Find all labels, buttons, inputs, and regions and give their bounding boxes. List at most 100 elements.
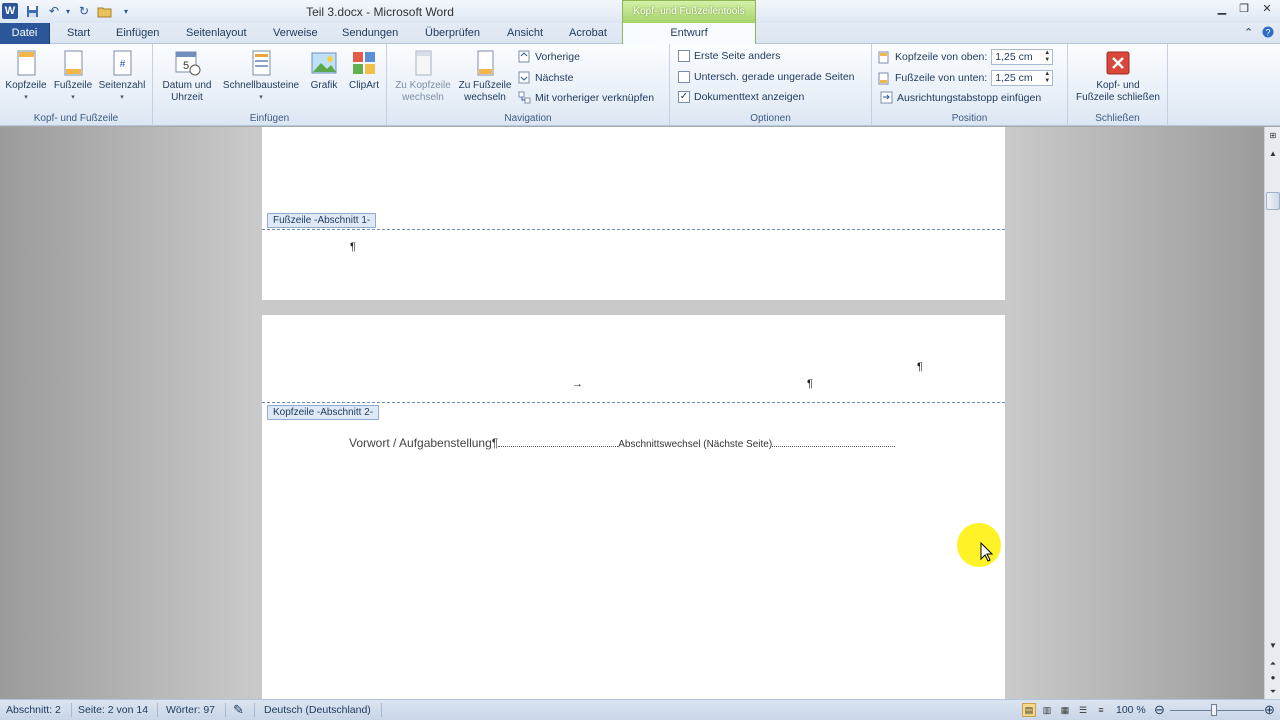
- svg-text:5: 5: [183, 60, 189, 72]
- tab-ueberpruefen[interactable]: Überprüfen: [425, 27, 480, 39]
- checkmark-icon[interactable]: ✓: [678, 91, 690, 103]
- status-abschnitt[interactable]: Abschnitt: 2: [6, 704, 61, 716]
- scroll-down-icon[interactable]: ▼: [1266, 639, 1280, 653]
- previous-page-icon[interactable]: ⏶: [1266, 657, 1280, 671]
- fusszeile-von-unten-input[interactable]: 1,25 cm ▲ ▼: [991, 70, 1054, 86]
- tab-ansicht[interactable]: Ansicht: [507, 27, 543, 39]
- group-kopf-fusszeile: Kopfzeile ▾ Fußzeile ▾ # Seitenzahl ▾ Ko…: [0, 44, 153, 126]
- web-layout-view-icon[interactable]: ▦: [1058, 703, 1072, 717]
- ribbon-entwurf: Kopfzeile ▾ Fußzeile ▾ # Seitenzahl ▾ Ko…: [0, 44, 1280, 126]
- link-previous-icon: [518, 91, 531, 104]
- tab-entwurf[interactable]: Entwurf: [622, 23, 756, 45]
- next-page-icon[interactable]: ⏷: [1266, 685, 1280, 699]
- zoom-slider-track[interactable]: [1170, 710, 1264, 711]
- tab-sendungen[interactable]: Sendungen: [342, 27, 398, 39]
- restore-icon[interactable]: ❐: [1236, 2, 1252, 16]
- status-separator: [225, 703, 226, 717]
- tab-start[interactable]: Start: [67, 27, 90, 39]
- group-label: Optionen: [750, 113, 791, 124]
- contextual-tab-group-label: Kopf- und Fußzeilentools: [622, 0, 756, 23]
- chevron-down-icon: ▾: [120, 94, 124, 101]
- fusszeile-button[interactable]: Fußzeile ▾: [51, 48, 95, 104]
- zu-fusszeile-wechseln-button[interactable]: Zu Fußzeile wechseln: [455, 48, 515, 104]
- tab-acrobat[interactable]: Acrobat: [569, 27, 607, 39]
- status-separator: [157, 703, 158, 717]
- close-window-icon[interactable]: ✕: [1259, 2, 1275, 16]
- zoom-slider-thumb[interactable]: [1211, 704, 1217, 716]
- seitenzahl-button[interactable]: # Seitenzahl ▾: [96, 48, 148, 104]
- tab-arrow-mark: →: [572, 378, 583, 390]
- outline-view-icon[interactable]: ☰: [1076, 703, 1090, 717]
- fusszeile-von-unten-row: Fußzeile von unten: 1,25 cm ▲ ▼: [878, 70, 1054, 86]
- title-bar: W ↶ ▾ ↻ ▾ Teil 3.docx - Microsoft Word K…: [0, 0, 1280, 23]
- dokumenttext-anzeigen-checkbox[interactable]: ✓ Dokumenttext anzeigen: [678, 91, 804, 103]
- footer-boundary-line: [262, 229, 1005, 230]
- checkbox-unchecked[interactable]: [678, 71, 690, 83]
- document-workspace[interactable]: Fußzeile -Abschnitt 1- ¶ Kopfzeile -Absc…: [0, 127, 1264, 699]
- scroll-thumb[interactable]: [1266, 192, 1280, 210]
- minimize-icon[interactable]: ▁: [1214, 2, 1230, 16]
- status-separator: [381, 703, 382, 717]
- body-text-line[interactable]: Vorwort / Aufgabenstellung¶ Abschnittswe…: [349, 436, 896, 450]
- scroll-up-icon[interactable]: ▲: [1266, 147, 1280, 161]
- zoom-level[interactable]: 100 %: [1116, 704, 1146, 716]
- footer-section-tag: Fußzeile -Abschnitt 1-: [267, 213, 377, 228]
- minimize-ribbon-icon[interactable]: ⌃: [1244, 26, 1253, 39]
- checkbox-unchecked[interactable]: [678, 50, 690, 62]
- group-label: Schließen: [1095, 113, 1140, 124]
- vorherige-button[interactable]: Vorherige: [518, 50, 580, 63]
- spin-arrows-icon[interactable]: ▲ ▼: [1044, 71, 1052, 85]
- zoom-out-icon[interactable]: ⊖: [1154, 702, 1165, 718]
- page-2[interactable]: Kopfzeile -Abschnitt 2- → ¶ ¶: [262, 315, 1005, 699]
- erste-seite-anders-checkbox[interactable]: Erste Seite anders: [678, 50, 780, 62]
- kopfzeile-button[interactable]: Kopfzeile ▾: [4, 48, 48, 104]
- page-1-bottom[interactable]: Fußzeile -Abschnitt 1- ¶: [262, 127, 1005, 300]
- help-icon[interactable]: ?: [1262, 26, 1274, 41]
- goto-footer-icon: [477, 50, 494, 76]
- group-navigation: Zu Kopfzeile wechseln Zu Fußzeile wechse…: [387, 44, 670, 126]
- group-label: Navigation: [504, 113, 552, 124]
- status-separator: [71, 703, 72, 717]
- mouse-cursor-icon: [980, 541, 994, 567]
- zu-kopfzeile-wechseln-button[interactable]: Zu Kopfzeile wechseln: [392, 48, 454, 104]
- pilcrow-mark: ¶: [350, 241, 356, 253]
- tab-verweise[interactable]: Verweise: [273, 27, 318, 39]
- status-sprache[interactable]: Deutsch (Deutschland): [264, 704, 371, 716]
- group-label: Position: [951, 113, 988, 124]
- chevron-down-icon: ▾: [71, 94, 75, 101]
- quick-parts-icon: [252, 50, 271, 76]
- zoom-in-icon[interactable]: ⊕: [1264, 702, 1275, 718]
- draft-view-icon[interactable]: ≡: [1094, 703, 1108, 717]
- calendar-clock-icon: 5: [175, 51, 201, 76]
- group-label: Kopf- und Fußzeile: [33, 113, 119, 124]
- kopfzeile-von-oben-input[interactable]: 1,25 cm ▲ ▼: [991, 49, 1054, 65]
- ruler-toggle-icon[interactable]: ⊞: [1266, 129, 1280, 143]
- mit-vorheriger-verknuepfen-button[interactable]: Mit vorheriger verknüpfen: [518, 91, 654, 104]
- status-woerter[interactable]: Wörter: 97: [166, 704, 215, 716]
- tab-datei[interactable]: Datei: [0, 23, 50, 44]
- page-number-icon: #: [113, 50, 132, 76]
- gerade-ungerade-checkbox[interactable]: Untersch. gerade ungerade Seiten: [678, 71, 855, 83]
- status-bar: Abschnitt: 2 Seite: 2 von 14 Wörter: 97 …: [0, 699, 1280, 720]
- ausrichtungstabstopp-button[interactable]: Ausrichtungstabstopp einfügen: [880, 91, 1041, 104]
- fullscreen-reading-view-icon[interactable]: ▥: [1040, 703, 1054, 717]
- align-tab-icon: [880, 91, 893, 104]
- clipart-icon: [353, 52, 375, 74]
- proofing-icon[interactable]: ✎: [233, 702, 244, 718]
- grafik-button[interactable]: Grafik: [306, 48, 342, 92]
- footer-page-icon: [64, 50, 83, 76]
- previous-section-icon: [518, 50, 530, 63]
- vertical-scrollbar[interactable]: ⊞ ▲ ▼ ⏶ ● ⏷: [1264, 127, 1280, 699]
- spin-arrows-icon[interactable]: ▲ ▼: [1044, 50, 1052, 64]
- clipart-button[interactable]: ClipArt: [344, 48, 384, 92]
- svg-text:#: #: [120, 59, 126, 70]
- schnellbausteine-button[interactable]: Schnellbausteine ▾: [219, 48, 303, 104]
- tab-seitenlayout[interactable]: Seitenlayout: [186, 27, 247, 39]
- naechste-button[interactable]: Nächste: [518, 71, 574, 84]
- kopf-fusszeile-schliessen-button[interactable]: Kopf- und Fußzeile schließen: [1070, 48, 1166, 104]
- tab-einfuegen[interactable]: Einfügen: [116, 27, 159, 39]
- print-layout-view-icon[interactable]: ▤: [1022, 703, 1036, 717]
- datum-uhrzeit-button[interactable]: 5 Datum und Uhrzeit: [158, 48, 216, 104]
- browse-object-icon[interactable]: ●: [1266, 671, 1280, 685]
- status-seite[interactable]: Seite: 2 von 14: [78, 704, 148, 716]
